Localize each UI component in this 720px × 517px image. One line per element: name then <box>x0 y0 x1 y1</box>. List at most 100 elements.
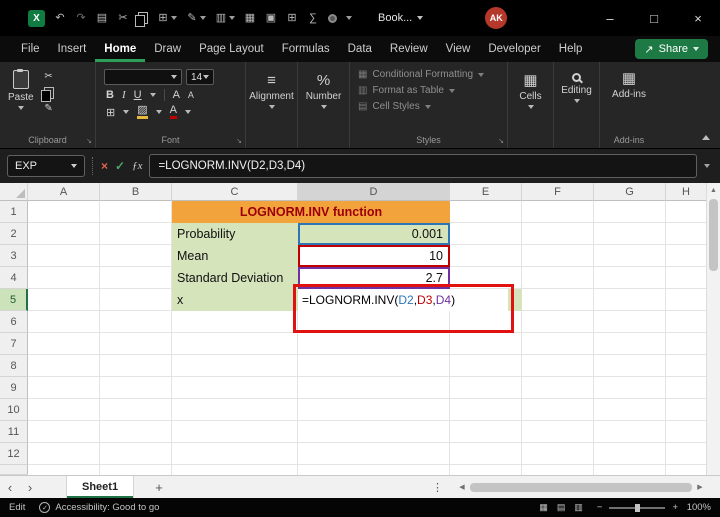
table-icon[interactable]: ▦ <box>244 13 256 24</box>
insert-function-button[interactable]: ƒx <box>132 160 142 172</box>
row-header-1[interactable]: 1 <box>0 201 28 223</box>
fill-color-button[interactable]: ▨ <box>137 105 147 119</box>
column-header-g[interactable]: G <box>594 183 666 201</box>
maximize-button[interactable]: □ <box>632 0 676 36</box>
row-header-8[interactable]: 8 <box>0 355 28 377</box>
workbook-title[interactable]: Book... <box>378 12 423 24</box>
avatar[interactable]: AK <box>485 7 507 29</box>
borders-button[interactable]: ⊞ <box>106 106 115 119</box>
column-header-b[interactable]: B <box>100 183 172 201</box>
record-icon[interactable] <box>328 14 337 23</box>
row-header-9[interactable]: 9 <box>0 377 28 399</box>
decrease-font-button[interactable]: A <box>188 90 194 100</box>
enter-button[interactable]: ✓ <box>115 159 125 173</box>
row-header-3[interactable]: 3 <box>0 245 28 267</box>
zoom-level[interactable]: 100% <box>685 502 711 513</box>
cell-c2-label[interactable]: Probability <box>172 223 298 245</box>
tab-formulas[interactable]: Formulas <box>273 36 339 62</box>
tab-review[interactable]: Review <box>381 36 437 62</box>
sheet-nav-right-icon[interactable]: › <box>20 480 40 495</box>
column-header-c[interactable]: C <box>172 183 298 201</box>
accessibility-status[interactable]: ✓ Accessibility: Good to go <box>39 502 159 513</box>
horizontal-scrollbar[interactable]: ◀ ▶ <box>456 476 706 498</box>
minimize-button[interactable]: – <box>588 0 632 36</box>
cell-c4-label[interactable]: Standard Deviation <box>172 267 298 289</box>
sheet-tab-sheet1[interactable]: Sheet1 <box>66 476 134 498</box>
bold-button[interactable]: B <box>106 89 114 101</box>
font-color-button[interactable]: A <box>170 105 177 119</box>
page-layout-view-icon[interactable]: ▤ <box>557 502 566 513</box>
row-header-6[interactable]: 6 <box>0 311 28 333</box>
row-header-7[interactable]: 7 <box>0 333 28 355</box>
format-as-table-button[interactable]: ▥ Format as Table <box>358 85 499 96</box>
borders-qat-button[interactable]: ⊞ <box>157 13 177 24</box>
zoom-in-button[interactable]: + <box>672 502 678 513</box>
sheet-nav-left-icon[interactable]: ‹ <box>0 480 20 495</box>
chart-qat-button[interactable]: ▥ <box>215 13 235 24</box>
cut-icon[interactable]: ✂ <box>117 13 129 24</box>
normal-view-icon[interactable]: ▦ <box>539 502 548 513</box>
increase-font-button[interactable]: A <box>173 89 180 101</box>
row-header-2[interactable]: 2 <box>0 223 28 245</box>
cell-c3-label[interactable]: Mean <box>172 245 298 267</box>
conditional-formatting-button[interactable]: ▦ Conditional Formatting <box>358 69 499 80</box>
vertical-scrollbar[interactable]: ▲ <box>706 183 720 475</box>
tab-help[interactable]: Help <box>550 36 592 62</box>
font-dialog-launcher[interactable]: ↘ <box>236 137 242 145</box>
paste-qat-icon[interactable]: ▤ <box>96 13 108 24</box>
cancel-button[interactable]: × <box>101 159 108 173</box>
zoom-out-button[interactable]: − <box>597 502 603 513</box>
scroll-up-icon[interactable]: ▲ <box>707 183 720 197</box>
clipboard-dialog-launcher[interactable]: ↘ <box>86 137 92 145</box>
paste-button[interactable]: Paste <box>8 70 34 114</box>
cells-button[interactable]: ▦ Cells <box>508 62 553 109</box>
column-header-h[interactable]: H <box>666 183 706 201</box>
tab-data[interactable]: Data <box>339 36 381 62</box>
close-button[interactable]: × <box>676 0 720 36</box>
font-size-select[interactable]: 14 <box>186 69 214 85</box>
cell-d3-value[interactable]: 10 <box>298 245 450 267</box>
column-header-f[interactable]: F <box>522 183 594 201</box>
horizontal-scroll-thumb[interactable] <box>470 483 692 492</box>
undo-icon[interactable]: ↶ <box>54 13 66 24</box>
row-header-12[interactable]: 12 <box>0 443 28 465</box>
format-painter-button[interactable]: ✎ <box>43 104 55 114</box>
copy-button[interactable] <box>44 87 54 99</box>
cell-c1-title[interactable]: LOGNORM.INV function <box>172 201 450 223</box>
sheet-options-icon[interactable]: ⋮ <box>432 481 443 494</box>
column-header-d[interactable]: D <box>298 183 450 201</box>
tab-home[interactable]: Home <box>95 36 145 62</box>
tab-file[interactable]: File <box>12 36 49 62</box>
zoom-slider-thumb[interactable] <box>635 504 640 512</box>
add-sheet-button[interactable]: + <box>150 480 168 495</box>
font-name-select[interactable] <box>104 69 182 85</box>
row-header-4[interactable]: 4 <box>0 267 28 289</box>
row-header-10[interactable]: 10 <box>0 399 28 421</box>
zoom-slider[interactable] <box>609 507 665 509</box>
format-painter-button[interactable]: ✎ <box>186 13 206 24</box>
merge-icon[interactable]: ⊞ <box>286 13 298 24</box>
editing-button[interactable]: Editing <box>554 62 599 103</box>
scroll-left-icon[interactable]: ◀ <box>456 483 468 491</box>
name-box[interactable]: EXP <box>7 155 85 177</box>
vertical-scroll-thumb[interactable] <box>709 199 718 271</box>
share-button[interactable]: ↗ Share <box>635 39 708 59</box>
tab-draw[interactable]: Draw <box>145 36 190 62</box>
number-button[interactable]: % Number <box>298 62 349 109</box>
italic-button[interactable]: I <box>122 89 126 101</box>
copy-icon[interactable] <box>138 12 148 24</box>
tab-developer[interactable]: Developer <box>479 36 549 62</box>
styles-dialog-launcher[interactable]: ↘ <box>498 137 504 145</box>
camera-icon[interactable]: ▣ <box>265 13 277 24</box>
cell-styles-button[interactable]: ▤ Cell Styles <box>358 101 499 112</box>
alignment-button[interactable]: ≡ Alignment <box>246 62 297 109</box>
column-header-e[interactable]: E <box>450 183 522 201</box>
cell-d2-value[interactable]: 0.001 <box>298 223 450 245</box>
tab-insert[interactable]: Insert <box>49 36 96 62</box>
qat-more-icon[interactable] <box>346 16 352 20</box>
page-break-view-icon[interactable]: ▥ <box>574 502 583 513</box>
collapse-ribbon-icon[interactable] <box>702 135 710 140</box>
row-header-5[interactable]: 5 <box>0 289 28 311</box>
formula-bar-expand-icon[interactable] <box>704 164 710 168</box>
redo-icon[interactable]: ↷ <box>75 13 87 24</box>
